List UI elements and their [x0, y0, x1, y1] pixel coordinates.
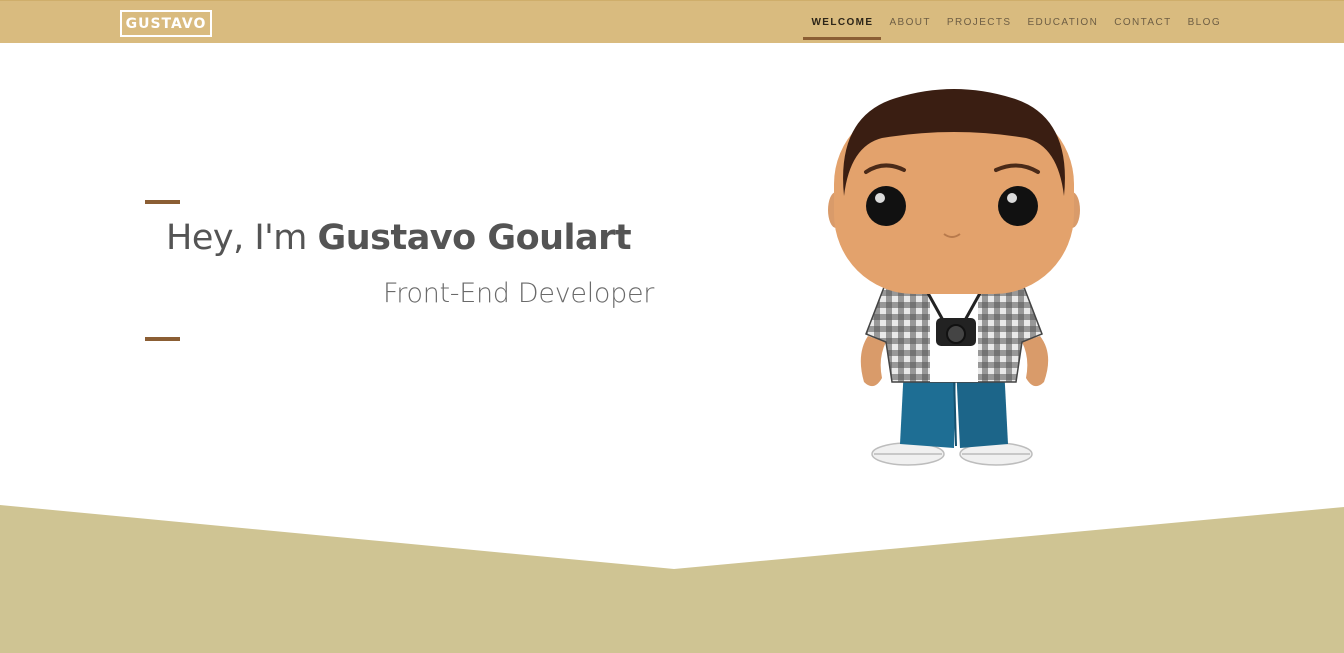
- hero-title: Hey, I'm Gustavo Goulart: [166, 218, 632, 258]
- nav-item-about[interactable]: ABOUT: [881, 1, 938, 44]
- nav-menu: WELCOME ABOUT PROJECTS EDUCATION CONTACT…: [803, 1, 1229, 44]
- brand-logo[interactable]: GUSTAVO: [120, 10, 212, 37]
- nav-item-education[interactable]: EDUCATION: [1019, 1, 1106, 44]
- hero-divider-top: [145, 200, 180, 204]
- hero-name: Gustavo Goulart: [317, 218, 632, 258]
- top-navbar: GUSTAVO WELCOME ABOUT PROJECTS EDUCATION…: [0, 0, 1344, 43]
- hero-greeting: Hey, I'm: [166, 218, 318, 258]
- hero-divider-bottom: [145, 337, 180, 341]
- nav-item-blog[interactable]: BLOG: [1180, 1, 1229, 44]
- footer-wave-shape: [0, 505, 1344, 653]
- funko-avatar-illustration: [828, 89, 1080, 466]
- nav-item-welcome[interactable]: WELCOME: [803, 1, 882, 44]
- hero-subtitle: Front-End Developer: [383, 278, 655, 309]
- nav-item-contact[interactable]: CONTACT: [1106, 1, 1179, 44]
- nav-item-projects[interactable]: PROJECTS: [939, 1, 1020, 44]
